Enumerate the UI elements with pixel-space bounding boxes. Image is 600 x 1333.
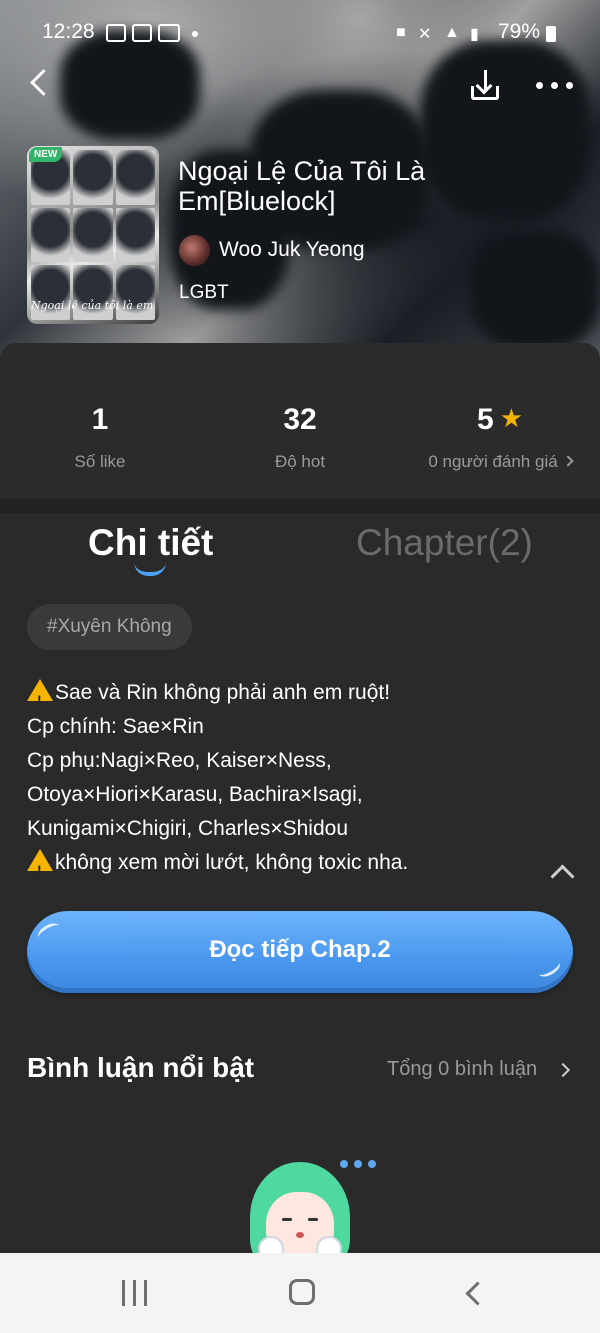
button-gloss [35,919,63,945]
download-icon[interactable] [468,66,504,106]
button-gloss [535,955,563,981]
battery-icon [546,26,556,42]
more-icon[interactable] [534,82,574,92]
system-nav-bar [0,1253,600,1333]
tab-active-indicator [134,562,166,576]
description-line: Sae và Rin không phải anh em ruột! [55,681,391,704]
empty-state-mascot [240,1162,360,1254]
stats-panel: 1 Số like 32 Độ hot 5 ★ 0 người đánh giá [0,343,600,499]
signal-icon: ▮ [470,26,479,43]
warning-icon [27,679,53,717]
continue-reading-button[interactable]: Đọc tiếp Chap.2 [27,911,573,993]
likes-label: Số like [74,452,126,471]
status-bar: 12:28 ■ ✕ ▲ ▮ 79% [0,0,600,64]
rating-value: 5 [477,403,494,436]
story-title: Ngoại Lệ Của Tôi Là Em[Bluelock] [178,156,426,216]
description-line: không xem mời lướt, không toxic nha. [55,851,409,874]
tab-chapter[interactable]: Chapter(2) [356,522,533,564]
genre-label[interactable]: LGBT [179,282,229,304]
alarm-icon: ■ [396,24,406,41]
mute-icon: ✕ [418,26,432,43]
rating-count-label: 0 người đánh giá [428,452,558,471]
chevron-right-icon [562,455,574,467]
back-icon[interactable] [463,1281,485,1305]
section-divider [0,499,600,513]
back-arrow-icon[interactable] [24,64,60,104]
continue-reading-label: Đọc tiếp Chap.2 [209,936,391,963]
stat-rating[interactable]: 5 ★ 0 người đánh giá [400,343,600,499]
comments-heading: Bình luận nổi bật [27,1052,255,1083]
cover-art [27,146,159,324]
chevron-right-icon[interactable] [555,1062,571,1078]
home-icon[interactable] [289,1279,315,1305]
hot-label: Độ hot [274,452,326,471]
chevron-up-icon[interactable] [548,860,574,880]
stat-hot: 32 Độ hot [200,343,400,499]
cover-caption: Ngoại lệ của tôi là em [31,299,154,312]
dot-icon [192,31,198,37]
recent-apps-icon[interactable] [121,1280,149,1306]
hot-value: 32 [283,403,317,436]
story-cover[interactable]: Ngoại lệ của tôi là em [27,146,159,324]
shopee-icon [132,24,152,42]
star-icon: ★ [499,403,523,433]
description-line: Kunigami×Chigiri, Charles×Shidou [27,817,349,840]
description-line: Otoya×Hiori×Karasu, Bachira×Isagi, [27,783,363,806]
comments-total[interactable]: Tổng 0 bình luận [387,1058,537,1081]
story-description: Sae và Rin không phải anh em ruột! Cp ch… [27,676,547,887]
author-name[interactable]: Woo Juk Yeong [219,238,365,262]
author-avatar[interactable] [179,235,210,266]
battery-level: 79% [498,20,541,43]
new-badge: NEW [29,147,63,162]
tab-detail[interactable]: Chi tiết [88,522,213,564]
tag-chip[interactable]: #Xuyên Không [27,604,192,650]
stat-likes: 1 Số like [0,343,200,499]
description-line: Cp chính: Sae×Rin [27,715,204,738]
warning-icon [27,849,53,887]
baomoi-icon [158,24,180,42]
gallery-icon [106,24,126,42]
likes-value: 1 [91,403,109,436]
wifi-icon: ▲ [444,24,460,41]
description-line: Cp phụ:Nagi×Reo, Kaiser×Ness, [27,749,332,772]
status-time: 12:28 [42,20,95,43]
